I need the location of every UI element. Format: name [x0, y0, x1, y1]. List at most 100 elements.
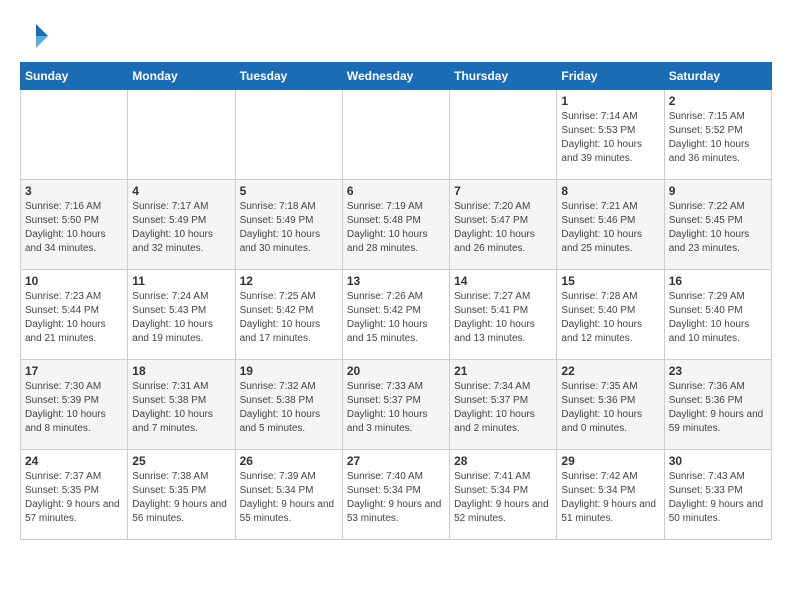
calendar-cell: 27 Sunrise: 7:40 AM Sunset: 5:34 PM Dayli… — [342, 450, 449, 540]
weekday-header: Monday — [128, 63, 235, 90]
day-number: 14 — [454, 274, 552, 288]
day-number: 30 — [669, 454, 767, 468]
calendar-cell: 30 Sunrise: 7:43 AM Sunset: 5:33 PM Dayli… — [664, 450, 771, 540]
day-info: Sunrise: 7:15 AM Sunset: 5:52 PM Dayligh… — [669, 110, 767, 166]
day-info: Sunrise: 7:40 AM Sunset: 5:34 PM Dayligh… — [347, 470, 445, 526]
day-number: 9 — [669, 184, 767, 198]
calendar-cell — [235, 90, 342, 180]
day-info: Sunrise: 7:28 AM Sunset: 5:40 PM Dayligh… — [561, 290, 659, 346]
calendar-cell: 9 Sunrise: 7:22 AM Sunset: 5:45 PM Daylig… — [664, 180, 771, 270]
day-info: Sunrise: 7:23 AM Sunset: 5:44 PM Dayligh… — [25, 290, 123, 346]
day-number: 13 — [347, 274, 445, 288]
day-info: Sunrise: 7:24 AM Sunset: 5:43 PM Dayligh… — [132, 290, 230, 346]
day-info: Sunrise: 7:19 AM Sunset: 5:48 PM Dayligh… — [347, 200, 445, 256]
calendar-cell: 6 Sunrise: 7:19 AM Sunset: 5:48 PM Daylig… — [342, 180, 449, 270]
day-info: Sunrise: 7:37 AM Sunset: 5:35 PM Dayligh… — [25, 470, 123, 526]
day-info: Sunrise: 7:36 AM Sunset: 5:36 PM Dayligh… — [669, 380, 767, 436]
weekday-header: Wednesday — [342, 63, 449, 90]
day-number: 5 — [240, 184, 338, 198]
calendar-week-row: 24 Sunrise: 7:37 AM Sunset: 5:35 PM Dayli… — [21, 450, 772, 540]
calendar-cell: 23 Sunrise: 7:36 AM Sunset: 5:36 PM Dayli… — [664, 360, 771, 450]
calendar-cell: 2 Sunrise: 7:15 AM Sunset: 5:52 PM Daylig… — [664, 90, 771, 180]
day-number: 8 — [561, 184, 659, 198]
calendar-cell: 18 Sunrise: 7:31 AM Sunset: 5:38 PM Dayli… — [128, 360, 235, 450]
calendar-cell — [342, 90, 449, 180]
calendar-cell: 21 Sunrise: 7:34 AM Sunset: 5:37 PM Dayli… — [450, 360, 557, 450]
day-info: Sunrise: 7:31 AM Sunset: 5:38 PM Dayligh… — [132, 380, 230, 436]
day-number: 10 — [25, 274, 123, 288]
calendar-cell: 24 Sunrise: 7:37 AM Sunset: 5:35 PM Dayli… — [21, 450, 128, 540]
logo-icon — [20, 20, 52, 52]
day-info: Sunrise: 7:41 AM Sunset: 5:34 PM Dayligh… — [454, 470, 552, 526]
day-number: 27 — [347, 454, 445, 468]
day-number: 7 — [454, 184, 552, 198]
day-info: Sunrise: 7:38 AM Sunset: 5:35 PM Dayligh… — [132, 470, 230, 526]
day-number: 23 — [669, 364, 767, 378]
calendar-cell: 22 Sunrise: 7:35 AM Sunset: 5:36 PM Dayli… — [557, 360, 664, 450]
calendar-cell: 28 Sunrise: 7:41 AM Sunset: 5:34 PM Dayli… — [450, 450, 557, 540]
day-info: Sunrise: 7:39 AM Sunset: 5:34 PM Dayligh… — [240, 470, 338, 526]
calendar-week-row: 3 Sunrise: 7:16 AM Sunset: 5:50 PM Daylig… — [21, 180, 772, 270]
day-info: Sunrise: 7:34 AM Sunset: 5:37 PM Dayligh… — [454, 380, 552, 436]
day-number: 15 — [561, 274, 659, 288]
day-info: Sunrise: 7:30 AM Sunset: 5:39 PM Dayligh… — [25, 380, 123, 436]
calendar-cell: 8 Sunrise: 7:21 AM Sunset: 5:46 PM Daylig… — [557, 180, 664, 270]
calendar-week-row: 10 Sunrise: 7:23 AM Sunset: 5:44 PM Dayli… — [21, 270, 772, 360]
day-number: 26 — [240, 454, 338, 468]
day-number: 1 — [561, 94, 659, 108]
calendar-cell: 14 Sunrise: 7:27 AM Sunset: 5:41 PM Dayli… — [450, 270, 557, 360]
day-info: Sunrise: 7:14 AM Sunset: 5:53 PM Dayligh… — [561, 110, 659, 166]
calendar-week-row: 1 Sunrise: 7:14 AM Sunset: 5:53 PM Daylig… — [21, 90, 772, 180]
weekday-header: Friday — [557, 63, 664, 90]
day-number: 25 — [132, 454, 230, 468]
calendar-cell: 11 Sunrise: 7:24 AM Sunset: 5:43 PM Dayli… — [128, 270, 235, 360]
calendar-cell: 3 Sunrise: 7:16 AM Sunset: 5:50 PM Daylig… — [21, 180, 128, 270]
day-info: Sunrise: 7:35 AM Sunset: 5:36 PM Dayligh… — [561, 380, 659, 436]
day-info: Sunrise: 7:32 AM Sunset: 5:38 PM Dayligh… — [240, 380, 338, 436]
calendar-cell: 5Sunrise: 7:18 AM Sunset: 5:49 PM Daylig… — [235, 180, 342, 270]
calendar-cell: 12Sunrise: 7:25 AM Sunset: 5:42 PM Dayli… — [235, 270, 342, 360]
day-info: Sunrise: 7:22 AM Sunset: 5:45 PM Dayligh… — [669, 200, 767, 256]
day-number: 11 — [132, 274, 230, 288]
calendar-cell: 4Sunrise: 7:17 AM Sunset: 5:49 PM Daylig… — [128, 180, 235, 270]
calendar-cell: 10 Sunrise: 7:23 AM Sunset: 5:44 PM Dayli… — [21, 270, 128, 360]
day-info: Sunrise: 7:26 AM Sunset: 5:42 PM Dayligh… — [347, 290, 445, 346]
weekday-header: Saturday — [664, 63, 771, 90]
day-info: Sunrise: 7:43 AM Sunset: 5:33 PM Dayligh… — [669, 470, 767, 526]
calendar-cell: 1 Sunrise: 7:14 AM Sunset: 5:53 PM Daylig… — [557, 90, 664, 180]
day-info: Sunrise: 7:27 AM Sunset: 5:41 PM Dayligh… — [454, 290, 552, 346]
calendar-cell: 16 Sunrise: 7:29 AM Sunset: 5:40 PM Dayli… — [664, 270, 771, 360]
day-info: Sunrise: 7:16 AM Sunset: 5:50 PM Dayligh… — [25, 200, 123, 256]
calendar-cell: 17Sunrise: 7:30 AM Sunset: 5:39 PM Dayli… — [21, 360, 128, 450]
calendar-cell — [128, 90, 235, 180]
calendar-cell: 7 Sunrise: 7:20 AM Sunset: 5:47 PM Daylig… — [450, 180, 557, 270]
day-number: 2 — [669, 94, 767, 108]
day-number: 18 — [132, 364, 230, 378]
day-info: Sunrise: 7:29 AM Sunset: 5:40 PM Dayligh… — [669, 290, 767, 346]
calendar-cell: 26 Sunrise: 7:39 AM Sunset: 5:34 PM Dayli… — [235, 450, 342, 540]
page-header — [20, 20, 772, 52]
day-info: Sunrise: 7:21 AM Sunset: 5:46 PM Dayligh… — [561, 200, 659, 256]
day-number: 21 — [454, 364, 552, 378]
calendar-week-row: 17Sunrise: 7:30 AM Sunset: 5:39 PM Dayli… — [21, 360, 772, 450]
weekday-header: Tuesday — [235, 63, 342, 90]
day-number: 3 — [25, 184, 123, 198]
calendar-cell: 19 Sunrise: 7:32 AM Sunset: 5:38 PM Dayli… — [235, 360, 342, 450]
calendar-cell — [21, 90, 128, 180]
day-number: 6 — [347, 184, 445, 198]
day-info: Sunrise: 7:17 AM Sunset: 5:49 PM Dayligh… — [132, 200, 230, 256]
calendar-cell: 20Sunrise: 7:33 AM Sunset: 5:37 PM Dayli… — [342, 360, 449, 450]
day-info: Sunrise: 7:42 AM Sunset: 5:34 PM Dayligh… — [561, 470, 659, 526]
day-number: 24 — [25, 454, 123, 468]
weekday-header: Sunday — [21, 63, 128, 90]
calendar-cell: 15 Sunrise: 7:28 AM Sunset: 5:40 PM Dayli… — [557, 270, 664, 360]
day-number: 22 — [561, 364, 659, 378]
day-number: 19 — [240, 364, 338, 378]
calendar-table: SundayMondayTuesdayWednesdayThursdayFrid… — [20, 62, 772, 540]
day-info: Sunrise: 7:20 AM Sunset: 5:47 PM Dayligh… — [454, 200, 552, 256]
day-number: 20 — [347, 364, 445, 378]
day-number: 16 — [669, 274, 767, 288]
day-number: 28 — [454, 454, 552, 468]
day-number: 12 — [240, 274, 338, 288]
weekday-header: Thursday — [450, 63, 557, 90]
